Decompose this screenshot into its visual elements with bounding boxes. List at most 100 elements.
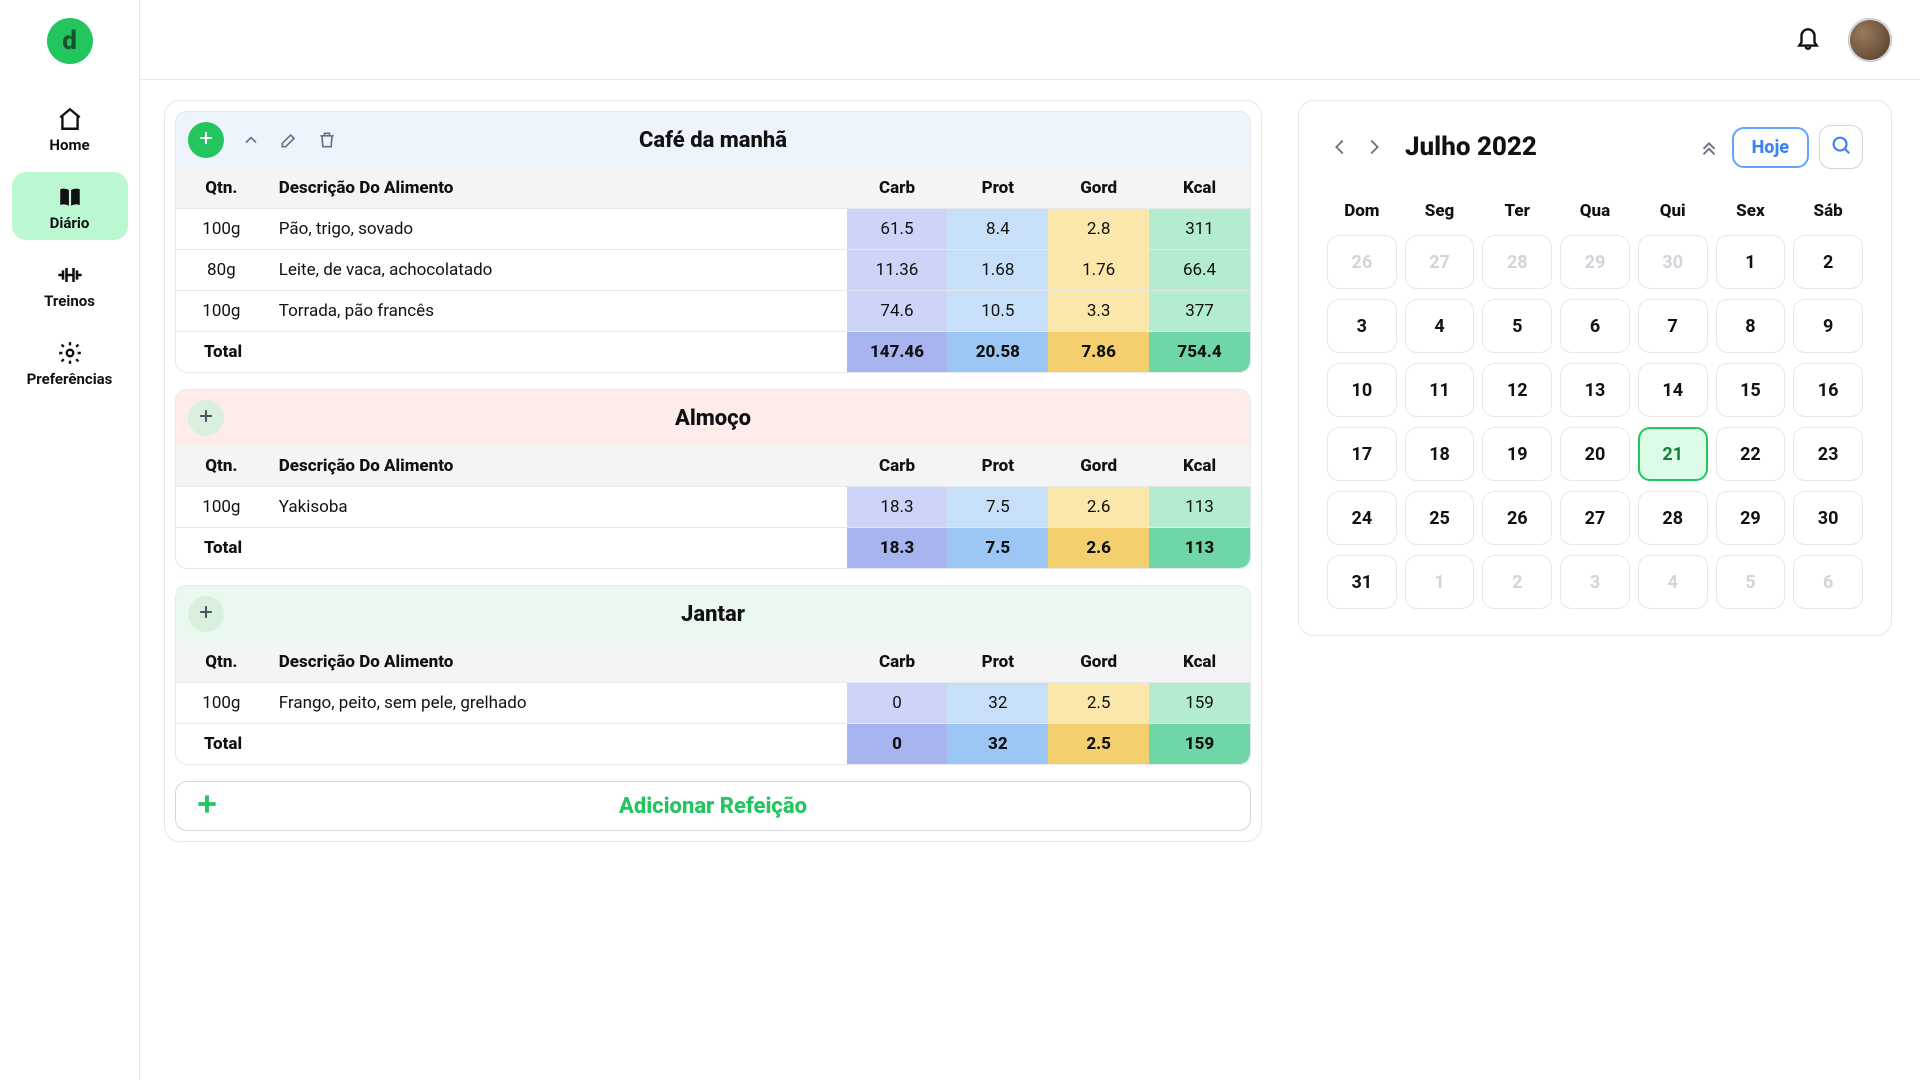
today-button[interactable]: Hoje bbox=[1732, 127, 1809, 168]
total-label: Total bbox=[176, 724, 847, 765]
meal-title: Jantar bbox=[681, 602, 745, 627]
total-prot: 7.5 bbox=[947, 528, 1048, 569]
avatar[interactable] bbox=[1848, 18, 1892, 62]
total-carb: 18.3 bbox=[847, 528, 948, 569]
delete-meal-button[interactable] bbox=[314, 127, 340, 153]
day-cell[interactable]: 6 bbox=[1793, 555, 1863, 609]
dumbbell-icon bbox=[55, 260, 85, 290]
day-cell[interactable]: 27 bbox=[1405, 235, 1475, 289]
meal-lunch: Almoço Qtn.Descrição Do AlimentoCarbProtG… bbox=[175, 389, 1251, 569]
search-icon bbox=[1830, 134, 1852, 160]
plus-icon bbox=[196, 602, 216, 626]
home-icon bbox=[55, 104, 85, 134]
dow-cell: Qua bbox=[1560, 193, 1630, 229]
day-cell[interactable]: 21 bbox=[1638, 427, 1708, 481]
day-cell[interactable]: 11 bbox=[1405, 363, 1475, 417]
total-kcal: 113 bbox=[1149, 528, 1250, 569]
day-cell[interactable]: 24 bbox=[1327, 491, 1397, 545]
edit-meal-button[interactable] bbox=[276, 127, 302, 153]
meal-header: Jantar bbox=[176, 586, 1250, 642]
app-logo[interactable]: d bbox=[47, 18, 93, 64]
add-food-button[interactable] bbox=[188, 122, 224, 158]
day-cell[interactable]: 31 bbox=[1327, 555, 1397, 609]
day-cell[interactable]: 7 bbox=[1638, 299, 1708, 353]
day-cell[interactable]: 29 bbox=[1560, 235, 1630, 289]
day-cell[interactable]: 13 bbox=[1560, 363, 1630, 417]
day-cell[interactable]: 2 bbox=[1482, 555, 1552, 609]
total-row: Total0322.5159 bbox=[176, 724, 1250, 765]
nav-diary[interactable]: Diário bbox=[12, 172, 128, 240]
food-row[interactable]: 100gYakisoba18.37.52.6113 bbox=[176, 487, 1250, 528]
food-row[interactable]: 100gFrango, peito, sem pele, grelhado032… bbox=[176, 683, 1250, 724]
day-cell[interactable]: 5 bbox=[1482, 299, 1552, 353]
day-cell[interactable]: 26 bbox=[1327, 235, 1397, 289]
day-cell[interactable]: 22 bbox=[1716, 427, 1786, 481]
day-cell[interactable]: 1 bbox=[1405, 555, 1475, 609]
day-cell[interactable]: 20 bbox=[1560, 427, 1630, 481]
cell-gord: 2.5 bbox=[1048, 683, 1149, 724]
day-cell[interactable]: 30 bbox=[1793, 491, 1863, 545]
day-cell[interactable]: 29 bbox=[1716, 491, 1786, 545]
day-cell[interactable]: 15 bbox=[1716, 363, 1786, 417]
day-cell[interactable]: 28 bbox=[1638, 491, 1708, 545]
meal-title: Almoço bbox=[675, 406, 751, 431]
cell-desc: Yakisoba bbox=[267, 487, 847, 528]
cell-gord: 3.3 bbox=[1048, 291, 1149, 332]
col-prot: Prot bbox=[947, 446, 1048, 487]
day-cell[interactable]: 3 bbox=[1560, 555, 1630, 609]
day-cell[interactable]: 4 bbox=[1638, 555, 1708, 609]
cell-prot: 8.4 bbox=[947, 209, 1048, 250]
day-cell[interactable]: 5 bbox=[1716, 555, 1786, 609]
day-cell[interactable]: 3 bbox=[1327, 299, 1397, 353]
nav-preferences[interactable]: Preferências bbox=[12, 328, 128, 396]
collapse-meal-button[interactable] bbox=[238, 127, 264, 153]
cell-qtn: 100g bbox=[176, 683, 267, 724]
next-month-button[interactable] bbox=[1361, 134, 1387, 160]
calendar-days-grid: 2627282930123456789101112131415161718192… bbox=[1327, 235, 1863, 609]
col-kcal: Kcal bbox=[1149, 446, 1250, 487]
day-cell[interactable]: 30 bbox=[1638, 235, 1708, 289]
col-prot: Prot bbox=[947, 642, 1048, 683]
nav-workouts[interactable]: Treinos bbox=[12, 250, 128, 318]
nav-home[interactable]: Home bbox=[12, 94, 128, 162]
prev-month-button[interactable] bbox=[1327, 134, 1353, 160]
day-cell[interactable]: 23 bbox=[1793, 427, 1863, 481]
dow-cell: Sex bbox=[1716, 193, 1786, 229]
day-cell[interactable]: 14 bbox=[1638, 363, 1708, 417]
add-food-button[interactable] bbox=[188, 400, 224, 436]
col-gord: Gord bbox=[1048, 446, 1149, 487]
day-cell[interactable]: 2 bbox=[1793, 235, 1863, 289]
calendar-search-button[interactable] bbox=[1819, 125, 1863, 169]
logo-letter: d bbox=[62, 26, 77, 56]
day-cell[interactable]: 27 bbox=[1560, 491, 1630, 545]
day-cell[interactable]: 6 bbox=[1560, 299, 1630, 353]
diary-panel: Café da manhã Qtn.Descrição Do AlimentoCa… bbox=[164, 100, 1262, 842]
food-row[interactable]: 100gPão, trigo, sovado61.58.42.8311 bbox=[176, 209, 1250, 250]
food-row[interactable]: 100gTorrada, pão francês74.610.53.3377 bbox=[176, 291, 1250, 332]
cell-kcal: 113 bbox=[1149, 487, 1250, 528]
day-cell[interactable]: 10 bbox=[1327, 363, 1397, 417]
day-cell[interactable]: 16 bbox=[1793, 363, 1863, 417]
collapse-calendar-button[interactable] bbox=[1696, 134, 1722, 160]
add-food-button[interactable] bbox=[188, 596, 224, 632]
day-cell[interactable]: 18 bbox=[1405, 427, 1475, 481]
day-cell[interactable]: 8 bbox=[1716, 299, 1786, 353]
main-content: Café da manhã Qtn.Descrição Do AlimentoCa… bbox=[140, 80, 1920, 1080]
col-desc: Descrição Do Alimento bbox=[267, 642, 847, 683]
day-cell[interactable]: 26 bbox=[1482, 491, 1552, 545]
add-meal-button[interactable]: Adicionar Refeição bbox=[175, 781, 1251, 831]
notifications-button[interactable] bbox=[1790, 22, 1826, 58]
day-cell[interactable]: 4 bbox=[1405, 299, 1475, 353]
meal-header: Café da manhã bbox=[176, 112, 1250, 168]
day-cell[interactable]: 17 bbox=[1327, 427, 1397, 481]
day-cell[interactable]: 1 bbox=[1716, 235, 1786, 289]
day-cell[interactable]: 12 bbox=[1482, 363, 1552, 417]
day-cell[interactable]: 28 bbox=[1482, 235, 1552, 289]
calendar-panel: Julho 2022 Hoje DomSegTerQuaQuiSexSáb 26… bbox=[1298, 100, 1892, 636]
day-cell[interactable]: 9 bbox=[1793, 299, 1863, 353]
day-cell[interactable]: 25 bbox=[1405, 491, 1475, 545]
food-table: Qtn.Descrição Do AlimentoCarbProtGordKca… bbox=[176, 446, 1250, 568]
food-row[interactable]: 80gLeite, de vaca, achocolatado11.361.68… bbox=[176, 250, 1250, 291]
day-cell[interactable]: 19 bbox=[1482, 427, 1552, 481]
nav-workouts-label: Treinos bbox=[44, 292, 95, 310]
